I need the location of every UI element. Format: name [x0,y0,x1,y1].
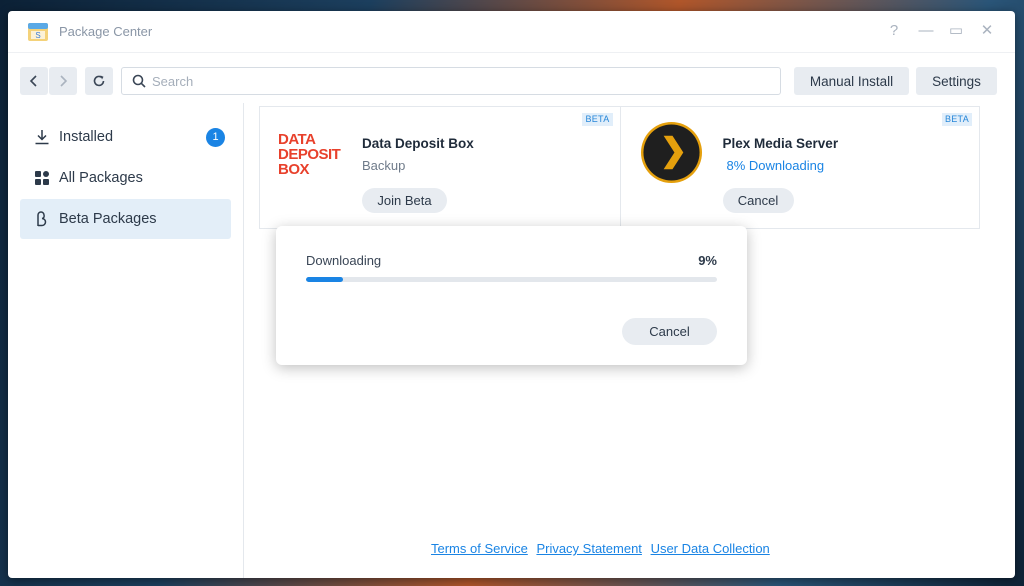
chevron-right-icon [60,75,68,87]
dialog-status-label: Downloading [306,253,382,268]
beta-tag: BETA [582,113,613,126]
sidebar-item-beta-packages[interactable]: Beta Packages [20,199,231,239]
toolbar: Manual Install Settings [8,53,1015,103]
installed-count-badge: 1 [206,128,225,147]
package-center-app-icon: S [28,23,48,41]
svg-text:S: S [35,31,40,40]
window-title: Package Center [59,24,153,39]
package-card-plex-media-server[interactable]: BETA Plex Media Server 8% Downloading Ca… [619,107,980,228]
privacy-statement-link[interactable]: Privacy Statement [536,541,642,556]
manual-install-button[interactable]: Manual Install [794,67,909,95]
help-icon[interactable]: ? [885,22,903,40]
refresh-icon [93,75,105,87]
dialog-cancel-button[interactable]: Cancel [622,318,717,345]
sidebar-item-label: Installed [59,129,114,145]
chevron-left-icon [29,75,37,87]
refresh-button[interactable] [85,67,113,95]
package-center-window: S Package Center ? — ▭ ✕ Search Manual I… [8,11,1015,578]
package-list: BETA DATA DEPOSIT BOX Data Deposit Box B… [259,106,980,229]
sidebar-item-installed[interactable]: Installed 1 [20,117,231,157]
cancel-download-button[interactable]: Cancel [722,188,794,213]
download-progress-dialog: Downloading 9% Cancel [276,226,747,365]
sidebar-item-label: Beta Packages [59,211,157,227]
sidebar: Installed 1 All Packages Beta Packages [8,103,244,578]
title-bar: S Package Center ? — ▭ ✕ [8,11,1015,53]
data-deposit-box-logo: DATA DEPOSIT BOX [278,131,341,178]
package-card-data-deposit-box[interactable]: BETA DATA DEPOSIT BOX Data Deposit Box B… [260,107,620,228]
sidebar-item-all-packages[interactable]: All Packages [20,158,231,198]
join-beta-button[interactable]: Join Beta [362,188,447,213]
download-icon [35,130,49,145]
footer-links: Terms of Service Privacy Statement User … [431,541,775,556]
forward-button[interactable] [49,67,77,95]
terms-of-service-link[interactable]: Terms of Service [431,541,528,556]
grid-icon [35,171,49,185]
search-input[interactable] [152,68,772,94]
progress-bar-fill [306,277,343,282]
back-button[interactable] [20,67,48,95]
package-category: Backup [362,158,406,173]
user-data-collection-link[interactable]: User Data Collection [651,541,770,556]
sidebar-item-label: All Packages [59,170,143,186]
progress-bar [306,277,717,282]
dialog-percent: 9% [698,253,717,268]
maximize-icon[interactable]: ▭ [947,22,965,40]
settings-button[interactable]: Settings [916,67,997,95]
minimize-icon[interactable]: — [917,22,935,40]
close-icon[interactable]: ✕ [978,22,996,40]
search-icon [132,74,146,88]
package-name: Data Deposit Box [362,136,474,151]
download-status: 8% Downloading [726,158,825,173]
package-name: Plex Media Server [722,136,839,151]
search-box[interactable] [121,67,781,95]
beta-icon [37,211,47,227]
plex-logo-icon [640,121,702,184]
beta-tag: BETA [941,113,972,126]
